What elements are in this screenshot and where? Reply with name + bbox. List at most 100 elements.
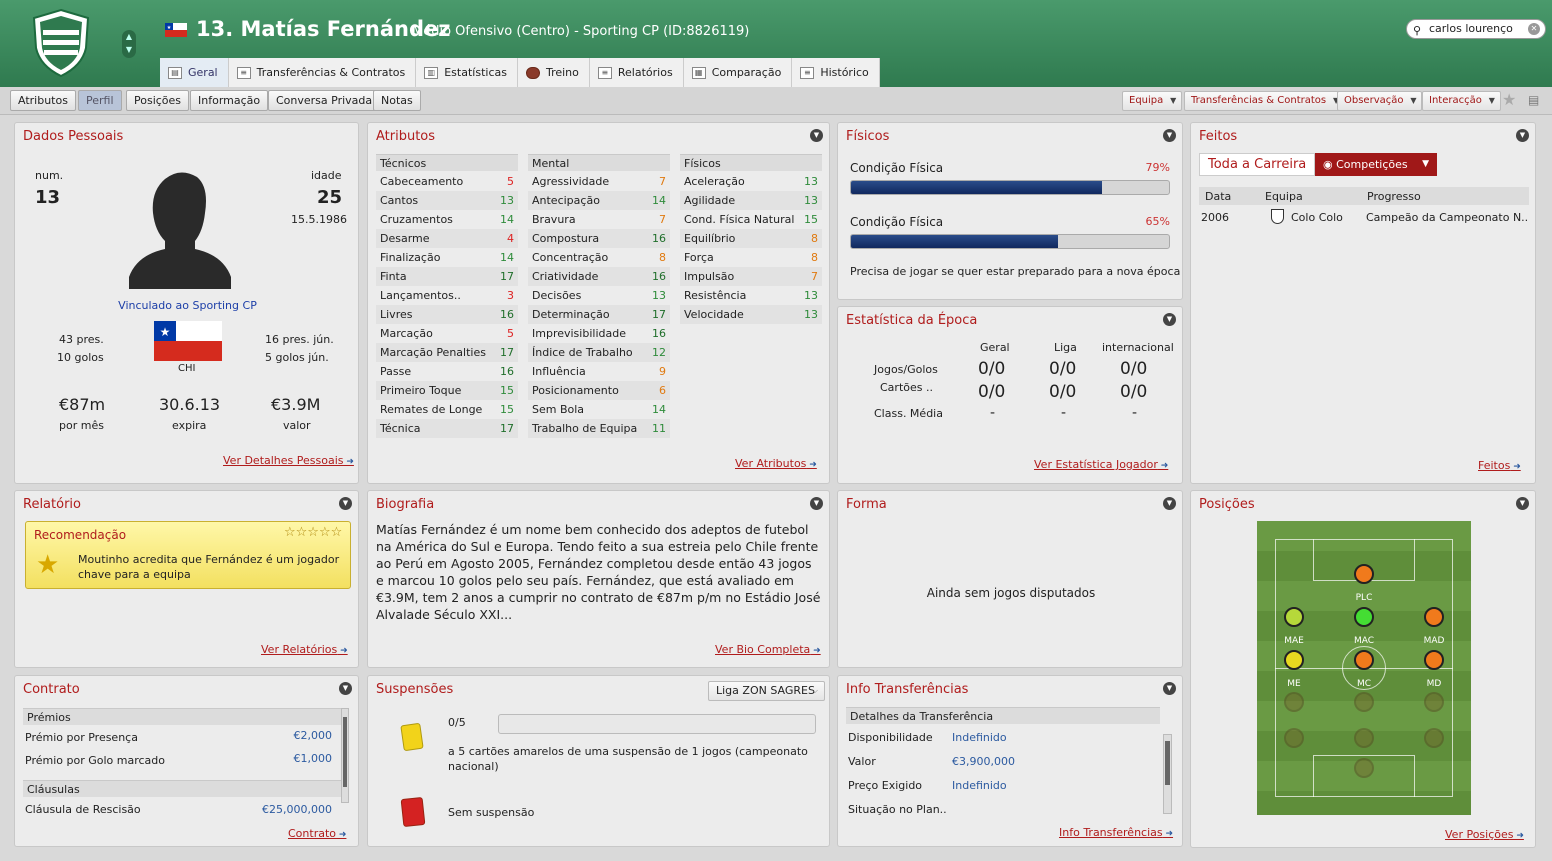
tab-estatisticas[interactable]: ▥ Estatísticas [416, 58, 518, 87]
attribute-row[interactable]: Determinação 17 [528, 305, 670, 324]
attribute-row[interactable]: Agressividade 7 [528, 172, 670, 191]
attribute-row[interactable]: Marcação Penalties 17 [376, 343, 518, 362]
attribute-row[interactable]: Velocidade 13 [680, 305, 822, 324]
panel-options-icon[interactable]: ▼ [1163, 313, 1176, 326]
attribute-row[interactable]: Equilíbrio 8 [680, 229, 822, 248]
panel-options-icon[interactable]: ▼ [339, 682, 352, 695]
attribute-row[interactable]: Compostura 16 [528, 229, 670, 248]
scrollbar[interactable] [1163, 734, 1172, 814]
svg-text:★: ★ [160, 325, 171, 339]
interaccao-dropdown[interactable]: Interacção [1422, 91, 1501, 111]
tab-relatorios[interactable]: ≡ Relatórios [589, 58, 684, 87]
attribute-row[interactable]: Aceleração 13 [680, 172, 822, 191]
panel-options-icon[interactable]: ▼ [1163, 682, 1176, 695]
tab-historico[interactable]: ≡ Histórico [792, 58, 880, 87]
contract-link[interactable]: Contrato [288, 827, 346, 840]
club-contract-link[interactable]: Vinculado ao Sporting CP [15, 299, 360, 312]
attribute-row[interactable]: Antecipação 14 [528, 191, 670, 210]
attribute-row[interactable]: Desarme 4 [376, 229, 518, 248]
scrollbar-thumb[interactable] [1165, 741, 1170, 785]
attribute-value: 16 [652, 327, 666, 340]
position-dot-mad[interactable] [1424, 607, 1444, 627]
no-games-text: Ainda sem jogos disputados [926, 586, 1096, 600]
attribute-row[interactable]: Sem Bola 14 [528, 400, 670, 419]
attribute-row[interactable]: Concentração 8 [528, 248, 670, 267]
attribute-row[interactable]: Marcação 5 [376, 324, 518, 343]
suspensions-panel: Suspensões Liga ZON SAGRES ⌵ 0/5 a 5 cart… [367, 675, 830, 847]
view-positions-link[interactable]: Ver Posições [1445, 828, 1524, 841]
career-tab[interactable]: Toda a Carreira [1199, 153, 1315, 176]
column-header: Progresso [1367, 190, 1421, 203]
club-crest-icon[interactable] [30, 8, 92, 78]
view-full-bio-link[interactable]: Ver Bio Completa [715, 643, 821, 656]
tab-comparacao[interactable]: ▦ Comparação [683, 58, 793, 87]
subtab-notas[interactable]: Notas [373, 90, 421, 111]
panel-options-icon[interactable]: ▼ [1163, 497, 1176, 510]
attribute-row[interactable]: Agilidade 13 [680, 191, 822, 210]
attribute-row[interactable]: Índice de Trabalho 12 [528, 343, 670, 362]
view-player-stats-link[interactable]: Ver Estatística Jogador [1034, 458, 1168, 471]
attribute-row[interactable]: Influência 9 [528, 362, 670, 381]
position-dot-me[interactable] [1284, 650, 1304, 670]
personal-details-link[interactable]: Ver Detalhes Pessoais [223, 454, 354, 467]
tab-transferencias[interactable]: ≡ Transferências & Contratos [228, 58, 417, 87]
position-dot-mc[interactable] [1354, 650, 1374, 670]
attribute-row[interactable]: Criatividade 16 [528, 267, 670, 286]
attribute-row[interactable]: Lançamentos.. 3 [376, 286, 518, 305]
attribute-row[interactable]: Cruzamentos 14 [376, 210, 518, 229]
subtab-informacao[interactable]: Informação [190, 90, 269, 111]
subtab-perfil[interactable]: Perfil [78, 90, 122, 111]
position-dot-mac[interactable] [1354, 607, 1374, 627]
clear-search-icon[interactable]: ✕ [1528, 23, 1540, 35]
competition-select[interactable]: Liga ZON SAGRES ⌵ [708, 681, 825, 701]
panel-options-icon[interactable]: ▼ [810, 497, 823, 510]
achievement-team[interactable]: Colo Colo [1291, 211, 1343, 224]
attribute-row[interactable]: Passe 16 [376, 362, 518, 381]
tab-geral[interactable]: ▤ Geral [160, 58, 229, 87]
subtab-atributos[interactable]: Atributos [10, 90, 76, 111]
yellow-card-progress-bar [498, 714, 816, 734]
subtab-conversa-privada[interactable]: Conversa Privada [268, 90, 381, 111]
attribute-row[interactable]: Cabeceamento 5 [376, 172, 518, 191]
attribute-row[interactable]: Resistência 13 [680, 286, 822, 305]
tab-treino[interactable]: Treino [517, 58, 590, 87]
add-to-list-icon[interactable]: ▤ [1528, 93, 1539, 107]
panel-options-icon[interactable]: ▼ [810, 129, 823, 142]
panel-options-icon[interactable]: ▼ [1163, 129, 1176, 142]
attribute-row[interactable]: Finta 17 [376, 267, 518, 286]
player-navigation-arrows[interactable]: ▲ ▼ [122, 30, 136, 58]
search-input[interactable]: ⚲ carlos lourenço ✕ [1406, 19, 1546, 39]
position-dot-mae[interactable] [1284, 607, 1304, 627]
position-dot-plc[interactable] [1354, 564, 1374, 584]
attribute-row[interactable]: Primeiro Toque 15 [376, 381, 518, 400]
scrollbar-thumb[interactable] [343, 717, 347, 787]
attribute-row[interactable]: Impulsão 7 [680, 267, 822, 286]
attribute-row[interactable]: Livres 16 [376, 305, 518, 324]
attribute-row[interactable]: Cantos 13 [376, 191, 518, 210]
attribute-row[interactable]: Finalização 14 [376, 248, 518, 267]
attribute-row[interactable]: Posicionamento 6 [528, 381, 670, 400]
competitions-dropdown[interactable]: ◉ Competições ▼ [1315, 153, 1437, 176]
attribute-row[interactable]: Bravura 7 [528, 210, 670, 229]
subtab-posicoes[interactable]: Posições [126, 90, 190, 111]
observacao-dropdown[interactable]: Observação [1337, 91, 1423, 111]
view-attributes-link[interactable]: Ver Atributos [735, 457, 817, 470]
attribute-row[interactable]: Imprevisibilidade 16 [528, 324, 670, 343]
attribute-row[interactable]: Decisões 13 [528, 286, 670, 305]
achievements-link[interactable]: Feitos [1478, 459, 1521, 472]
scrollbar[interactable] [341, 708, 349, 803]
transfer-info-link[interactable]: Info Transferências [1059, 826, 1173, 839]
attribute-row[interactable]: Remates de Longe 15 [376, 400, 518, 419]
favourite-star-icon[interactable]: ★ [1502, 90, 1516, 109]
attribute-row[interactable]: Trabalho de Equipa 11 [528, 419, 670, 438]
equipa-dropdown[interactable]: Equipa [1122, 91, 1183, 111]
attribute-row[interactable]: Força 8 [680, 248, 822, 267]
view-reports-link[interactable]: Ver Relatórios [261, 643, 348, 656]
panel-options-icon[interactable]: ▼ [1516, 129, 1529, 142]
attribute-row[interactable]: Cond. Física Natural 15 [680, 210, 822, 229]
panel-options-icon[interactable]: ▼ [1516, 497, 1529, 510]
position-dot-md[interactable] [1424, 650, 1444, 670]
attribute-row[interactable]: Técnica 17 [376, 419, 518, 438]
transferencias-dropdown[interactable]: Transferências & Contratos [1184, 91, 1346, 111]
panel-options-icon[interactable]: ▼ [339, 497, 352, 510]
